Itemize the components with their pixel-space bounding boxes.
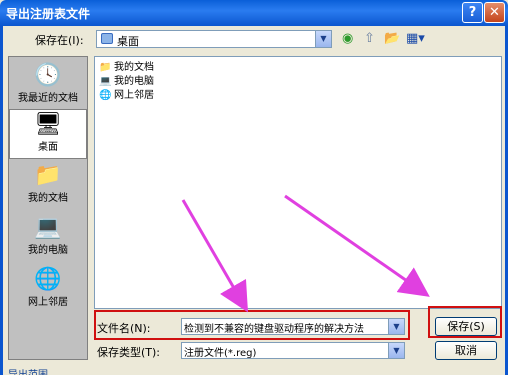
place-label: 我的电脑 xyxy=(28,245,68,256)
place-my-documents[interactable]: 📁 我的文档 xyxy=(9,161,87,211)
window-title: 导出注册表文件 xyxy=(6,7,91,21)
recent-docs-icon: 🕓 xyxy=(34,63,62,88)
title-bar: 导出注册表文件 ? ✕ xyxy=(0,0,508,26)
list-item[interactable]: 🌐 网上邻居 xyxy=(99,86,154,102)
save-in-label: 保存在(I): xyxy=(35,34,84,47)
place-label: 网上邻居 xyxy=(28,297,68,308)
computer-icon: 💻 xyxy=(99,75,112,87)
list-item[interactable]: 💻 我的电脑 xyxy=(99,72,154,88)
desktop-folder-icon xyxy=(101,33,113,44)
place-network[interactable]: 🌐 网上邻居 xyxy=(9,265,87,315)
list-item[interactable]: 📁 我的文档 xyxy=(99,58,154,74)
help-button[interactable]: ? xyxy=(462,2,483,23)
places-bar: 🕓 我最近的文档 🖥 桌面 📁 我的文档 💻 我的电脑 🌐 网上邻居 xyxy=(8,56,88,360)
highlight-box-filename xyxy=(94,310,410,340)
cancel-button[interactable]: 取消 xyxy=(435,341,497,360)
chevron-down-icon[interactable]: ▼ xyxy=(388,343,404,358)
export-range-label: 导出范围 xyxy=(8,366,48,375)
folder-icon: 📁 xyxy=(99,61,112,73)
filetype-label: 保存类型(T): xyxy=(97,346,161,359)
chevron-down-icon[interactable]: ▼ xyxy=(315,31,331,47)
up-folder-icon[interactable]: ⇧ xyxy=(364,31,375,47)
views-menu-icon[interactable]: ▦▾ xyxy=(406,31,425,47)
new-folder-icon[interactable]: 📂 xyxy=(384,31,400,47)
my-documents-icon: 📁 xyxy=(34,163,62,188)
place-recent[interactable]: 🕓 我最近的文档 xyxy=(9,61,87,111)
place-label: 我最近的文档 xyxy=(18,93,78,104)
filetype-value: 注册文件(*.reg) xyxy=(184,348,257,359)
place-label: 我的文档 xyxy=(28,193,68,204)
place-desktop[interactable]: 🖥 桌面 xyxy=(9,109,87,159)
close-button[interactable]: ✕ xyxy=(484,2,505,23)
back-icon[interactable]: ◉ xyxy=(342,31,353,47)
filetype-dropdown[interactable]: 注册文件(*.reg) ▼ xyxy=(181,342,405,359)
file-list[interactable]: 📁 我的文档 💻 我的电脑 🌐 网上邻居 xyxy=(94,56,502,309)
save-in-value: 桌面 xyxy=(117,35,139,48)
file-name: 网上邻居 xyxy=(114,90,154,101)
place-my-computer[interactable]: 💻 我的电脑 xyxy=(9,213,87,263)
desktop-icon: 🖥 xyxy=(34,112,62,137)
highlight-box-save xyxy=(428,306,502,338)
my-computer-icon: 💻 xyxy=(34,215,62,240)
network-icon: 🌐 xyxy=(34,267,62,292)
network-icon: 🌐 xyxy=(99,89,112,101)
place-label: 桌面 xyxy=(38,142,58,153)
save-in-dropdown[interactable]: 桌面 ▼ xyxy=(96,30,332,48)
